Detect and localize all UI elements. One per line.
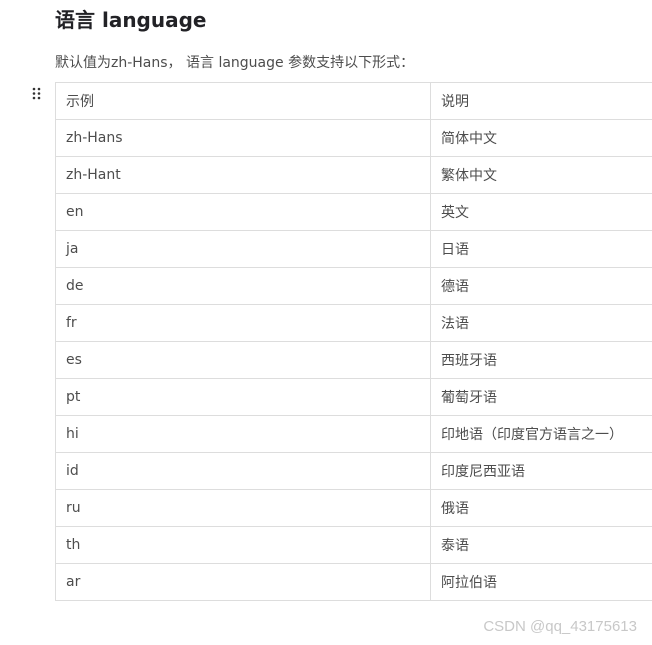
default-value: zh-Hans: [111, 55, 168, 71]
cell-language-description: 俄语: [430, 489, 652, 527]
header-description: 说明: [430, 82, 652, 120]
cell-language-code: ru: [55, 489, 431, 527]
table-row: id 印度尼西亚语: [55, 452, 652, 490]
cell-language-description: 印地语（印度官方语言之一）: [430, 415, 652, 453]
table-row: ja 日语: [55, 230, 652, 268]
cell-language-code: es: [55, 341, 431, 379]
cell-language-description: 简体中文: [430, 119, 652, 157]
cell-language-description: 法语: [430, 304, 652, 342]
cell-language-description: 泰语: [430, 526, 652, 564]
table-row: zh-Hant 繁体中文: [55, 156, 652, 194]
table-row: hi 印地语（印度官方语言之一）: [55, 415, 652, 453]
description-suffix: ， 语言 language 参数支持以下形式：: [167, 55, 415, 71]
section-title: 语言 language: [55, 8, 207, 32]
cell-language-code: id: [55, 452, 431, 490]
header-example: 示例: [55, 82, 431, 120]
table-header-row: 示例 说明: [55, 82, 652, 120]
drag-handle-icon[interactable]: [31, 86, 43, 102]
section-description: 默认值为zh-Hans， 语言 language 参数支持以下形式：: [55, 53, 414, 73]
cell-language-code: pt: [55, 378, 431, 416]
cell-language-code: zh-Hans: [55, 119, 431, 157]
cell-language-description: 日语: [430, 230, 652, 268]
cell-language-description: 繁体中文: [430, 156, 652, 194]
cell-language-code: zh-Hant: [55, 156, 431, 194]
table-row: es 西班牙语: [55, 341, 652, 379]
cell-language-description: 阿拉伯语: [430, 563, 652, 601]
table-row: ru 俄语: [55, 489, 652, 527]
cell-language-description: 德语: [430, 267, 652, 305]
watermark: CSDN @qq_43175613: [483, 618, 637, 635]
table-row: th 泰语: [55, 526, 652, 564]
table-row: pt 葡萄牙语: [55, 378, 652, 416]
table-row: en 英文: [55, 193, 652, 231]
cell-language-code: ja: [55, 230, 431, 268]
language-table: 示例 说明 zh-Hans 简体中文 zh-Hant 繁体中文 en 英文 ja 日语 de 德语…: [55, 82, 652, 601]
cell-language-description: 印度尼西亚语: [430, 452, 652, 490]
cell-language-code: en: [55, 193, 431, 231]
cell-language-description: 英文: [430, 193, 652, 231]
table-row: de 德语: [55, 267, 652, 305]
cell-language-description: 西班牙语: [430, 341, 652, 379]
table-row: ar 阿拉伯语: [55, 563, 652, 601]
cell-language-description: 葡萄牙语: [430, 378, 652, 416]
cell-language-code: hi: [55, 415, 431, 453]
cell-language-code: fr: [55, 304, 431, 342]
table-row: zh-Hans 简体中文: [55, 119, 652, 157]
description-prefix: 默认值为: [55, 55, 111, 71]
cell-language-code: ar: [55, 563, 431, 601]
table-row: fr 法语: [55, 304, 652, 342]
cell-language-code: de: [55, 267, 431, 305]
cell-language-code: th: [55, 526, 431, 564]
